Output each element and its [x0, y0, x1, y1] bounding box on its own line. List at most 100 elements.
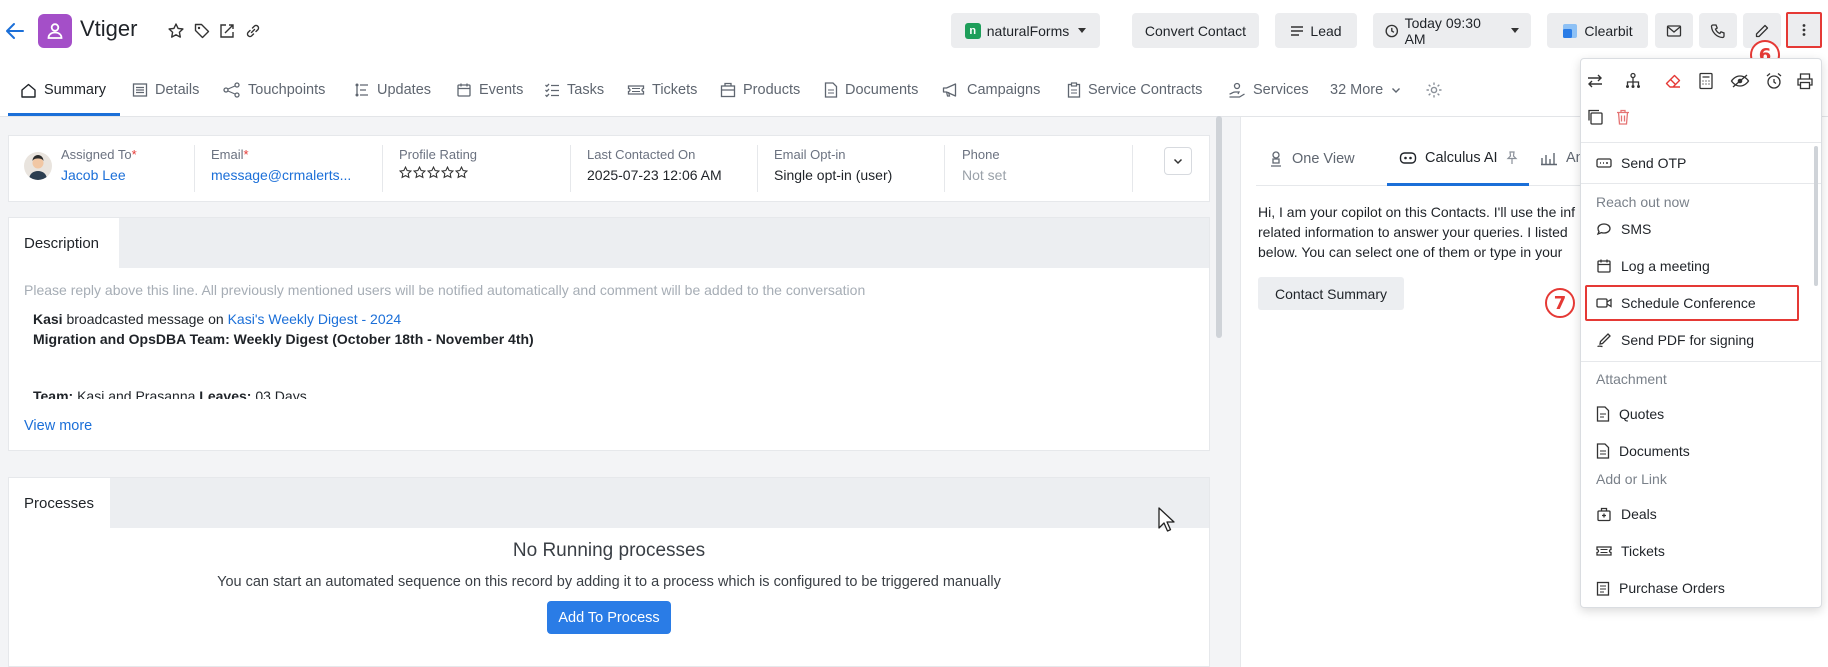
tab-events[interactable]: Events	[456, 80, 523, 100]
contact-summary-button[interactable]: Contact Summary	[1258, 277, 1404, 310]
duplicate-icon[interactable]	[1586, 108, 1606, 128]
menu-item-label: Send PDF for signing	[1621, 332, 1755, 348]
rating-star-icon[interactable]	[441, 166, 454, 179]
tab-services[interactable]: Services	[1228, 80, 1309, 100]
tab-calculus-ai[interactable]: Calculus AI	[1399, 150, 1518, 166]
tab-products[interactable]: Products	[720, 80, 800, 100]
tab-description[interactable]: Description	[9, 218, 119, 268]
eye-off-icon[interactable]	[1730, 72, 1750, 92]
reply-placeholder-text: Please reply above this line. All previo…	[24, 282, 866, 298]
phone-value[interactable]: Not set	[962, 167, 1006, 183]
rating-star-icon[interactable]	[427, 166, 440, 179]
field-label: Phone	[962, 147, 1000, 162]
more-actions-button[interactable]	[1786, 12, 1822, 48]
calculator-icon[interactable]	[1697, 72, 1717, 92]
tab-service-contracts[interactable]: Service Contracts	[1067, 80, 1202, 100]
required-mark: *	[131, 147, 137, 162]
tab-one-view[interactable]: One View	[1268, 150, 1355, 168]
menu-item-send-otp[interactable]: Send OTP	[1596, 155, 1686, 171]
field-phone: Phone Not set	[962, 147, 1006, 183]
team-value: Kasi and Prasanna	[77, 388, 196, 399]
tab-analytics[interactable]: An	[1540, 150, 1584, 166]
edit-link-icon[interactable]	[218, 22, 236, 40]
home-icon	[21, 83, 36, 98]
menu-item-documents[interactable]: Documents	[1596, 443, 1690, 459]
email-optin-value[interactable]: Single opt-in (user)	[774, 167, 892, 183]
transfer-icon[interactable]	[1586, 72, 1606, 92]
rating-star-icon[interactable]	[399, 166, 412, 179]
assigned-to-value[interactable]: Jacob Lee	[61, 167, 137, 183]
tab-label: Services	[1253, 82, 1309, 98]
add-to-process-button[interactable]: Add To Process	[547, 601, 671, 634]
print-icon[interactable]	[1796, 72, 1816, 92]
tab-label: Summary	[44, 82, 107, 98]
delete-icon[interactable]	[1614, 108, 1634, 128]
tab-details[interactable]: Details	[132, 80, 199, 100]
menu-item-deals[interactable]: Deals	[1596, 506, 1657, 522]
menu-item-sms[interactable]: SMS	[1596, 221, 1651, 237]
rating-stars[interactable]	[399, 166, 477, 179]
link-icon[interactable]	[244, 22, 262, 40]
menu-item-log-meeting[interactable]: Log a meeting	[1596, 258, 1710, 274]
natural-forms-icon: n	[964, 22, 981, 39]
main-scrollbar[interactable]	[1216, 116, 1222, 338]
email-value[interactable]: message@crmalerts...	[211, 167, 351, 183]
menu-item-label: Log a meeting	[1621, 258, 1710, 274]
expand-fields-button[interactable]	[1164, 147, 1192, 175]
menu-item-purchase-orders[interactable]: Purchase Orders	[1596, 580, 1725, 596]
tab-processes[interactable]: Processes	[9, 478, 110, 528]
lead-button[interactable]: Lead	[1275, 13, 1357, 48]
person-pin-icon	[1271, 151, 1281, 167]
menu-item-send-pdf[interactable]: Send PDF for signing	[1596, 332, 1754, 348]
otp-icon	[1596, 158, 1612, 168]
email-button[interactable]	[1655, 13, 1693, 48]
today-schedule-button[interactable]: Today 09:30 AM	[1373, 13, 1531, 48]
tag-icon[interactable]	[193, 22, 211, 40]
menu-item-label: Purchase Orders	[1619, 580, 1725, 596]
tab-touchpoints[interactable]: Touchpoints	[223, 80, 325, 100]
rating-star-icon[interactable]	[413, 166, 426, 179]
call-button[interactable]	[1699, 13, 1737, 48]
copilot-intro-text: Hi, I am your copilot on this Contacts. …	[1258, 202, 1588, 262]
chat-bubble-icon	[1596, 223, 1611, 236]
tab-tickets[interactable]: Tickets	[627, 80, 697, 100]
eraser-icon[interactable]	[1664, 72, 1684, 92]
view-more-link[interactable]: View more	[24, 418, 92, 434]
alarm-icon[interactable]	[1765, 72, 1785, 92]
pin-icon[interactable]	[1506, 151, 1518, 165]
copilot-line: Hi, I am your copilot on this Contacts. …	[1258, 204, 1576, 220]
document-icon	[1596, 443, 1610, 459]
natural-forms-button[interactable]: n naturalForms	[951, 13, 1100, 48]
tab-campaigns[interactable]: Campaigns	[942, 80, 1040, 100]
menu-item-label: Schedule Conference	[1621, 295, 1756, 311]
hierarchy-icon[interactable]	[1624, 72, 1644, 92]
menu-group-attachment: Attachment	[1596, 371, 1667, 387]
menu-item-label: Deals	[1621, 506, 1657, 522]
menu-item-tickets[interactable]: Tickets	[1596, 543, 1665, 559]
convert-contact-button[interactable]: Convert Contact	[1132, 13, 1259, 48]
menu-item-quotes[interactable]: Quotes	[1596, 406, 1664, 422]
team-label: Team:	[33, 388, 74, 399]
digest-link[interactable]: Kasi's Weekly Digest - 2024	[228, 311, 402, 327]
author-name: Kasi	[33, 311, 63, 327]
tab-summary[interactable]: Summary	[20, 80, 106, 100]
divider	[944, 145, 945, 192]
menu-item-schedule-conference[interactable]: Schedule Conference	[1596, 295, 1756, 311]
tab-updates[interactable]: Updates	[354, 80, 431, 100]
phone-icon	[1710, 23, 1725, 38]
field-label: Assigned To	[61, 147, 132, 162]
back-arrow-icon[interactable]	[4, 20, 26, 42]
clearbit-button[interactable]: Clearbit	[1547, 13, 1648, 48]
tab-tasks[interactable]: Tasks	[544, 80, 604, 100]
star-icon[interactable]	[167, 22, 185, 40]
tab-more[interactable]: 32 More	[1330, 80, 1402, 100]
menu-scrollbar[interactable]	[1814, 146, 1818, 286]
field-assigned-to: Assigned To* Jacob Lee	[61, 147, 137, 183]
purchase-order-icon	[1596, 581, 1610, 596]
lead-label: Lead	[1310, 22, 1342, 39]
tab-documents[interactable]: Documents	[824, 80, 918, 100]
rating-star-icon[interactable]	[455, 166, 468, 179]
field-profile-rating: Profile Rating	[399, 147, 477, 179]
tab-settings-gear-icon[interactable]	[1425, 81, 1443, 99]
quote-document-icon	[1596, 406, 1610, 422]
